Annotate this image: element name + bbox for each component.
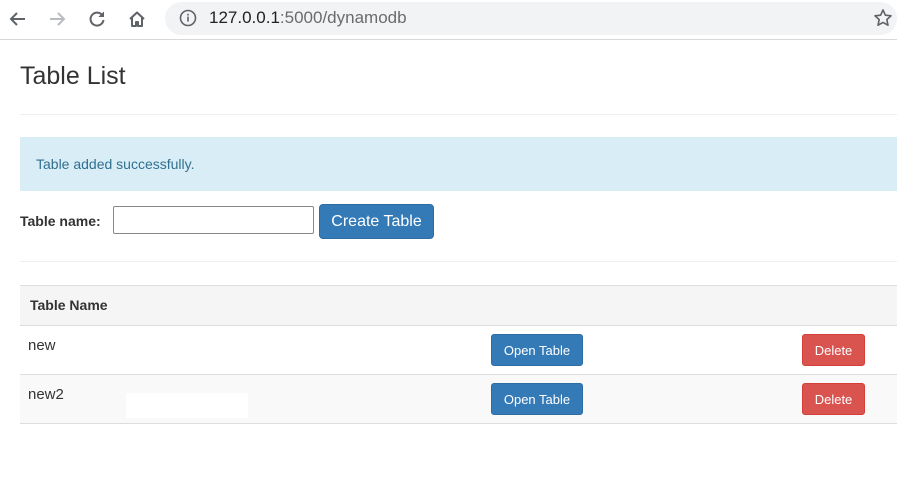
table-name-cell: new2 [28,386,64,403]
divider [20,114,897,115]
reload-icon[interactable] [86,8,108,30]
page-title: Table List [20,62,126,90]
tables-table: Table Name new Open Table Delete new2 Op… [20,285,897,424]
table-name-input[interactable] [113,206,314,234]
open-table-button[interactable]: Open Table [491,383,583,415]
create-table-button[interactable]: Create Table [319,204,434,239]
delete-button[interactable]: Delete [802,334,865,366]
url-text[interactable]: 127.0.0.1:5000/dynamodb [209,8,407,28]
star-icon[interactable] [873,8,893,28]
table-name-cell: new [28,337,56,354]
url-path: :5000/dynamodb [279,8,407,27]
address-bar[interactable]: 127.0.0.1:5000/dynamodb [165,2,897,35]
info-icon[interactable] [179,9,197,27]
column-header-table-name: Table Name [30,297,108,313]
alert-text: Table added successfully. [36,156,195,172]
table-row: new2 Open Table Delete [20,375,897,424]
forward-icon[interactable] [46,8,68,30]
table-name-label: Table name: [20,213,101,229]
divider [20,261,897,262]
table-header-row: Table Name [20,285,897,326]
table-row: new Open Table Delete [20,326,897,375]
back-icon[interactable] [7,8,29,30]
delete-button[interactable]: Delete [802,383,865,415]
success-alert: Table added successfully. [20,137,897,191]
open-table-button[interactable]: Open Table [491,334,583,366]
redaction-box [126,393,248,418]
url-host: 127.0.0.1 [209,8,280,27]
home-icon[interactable] [126,8,148,30]
browser-toolbar: 127.0.0.1:5000/dynamodb [0,0,897,40]
